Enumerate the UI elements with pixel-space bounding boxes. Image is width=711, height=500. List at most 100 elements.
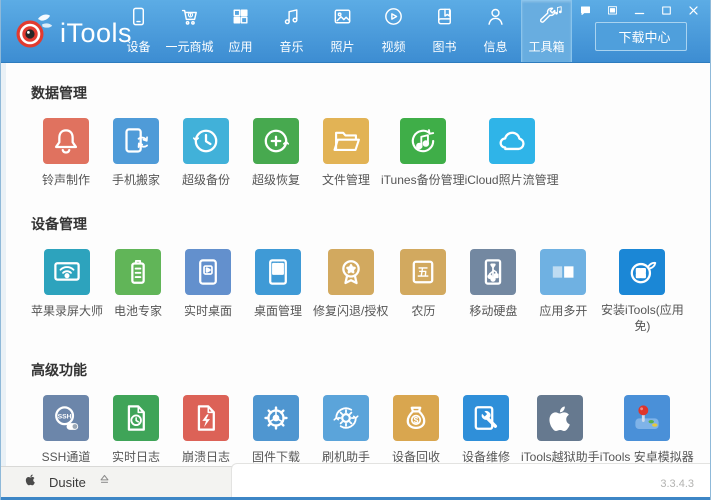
tool-device-repair[interactable]: 设备维修 — [451, 395, 521, 465]
main-nav: 设备 一元商城 应用 音乐 照片 视频 图书 信息 工具箱 — [113, 0, 572, 62]
eject-icon[interactable] — [97, 472, 112, 492]
tool-jailbreak[interactable]: iTools越狱助手 — [521, 395, 600, 465]
status-bar-background: Dusite 3.3.4.3 — [1, 466, 710, 497]
tool-crash-log[interactable]: 崩溃日志 — [171, 395, 241, 465]
tool-super-restore[interactable]: 超级恢复 — [241, 118, 311, 188]
close-icon[interactable] — [687, 4, 700, 17]
tool-desktop-manage[interactable]: 桌面管理 — [243, 249, 313, 319]
usb-disk-icon — [470, 249, 516, 295]
status-bar: Dusite 3.3.4.3 — [1, 467, 710, 500]
tool-android-emulator[interactable]: iTools 安卓模拟器 — [600, 395, 694, 465]
info-icon — [484, 5, 507, 33]
itools-logo-icon — [13, 10, 53, 57]
tab-photo[interactable]: 照片 — [317, 0, 368, 62]
super-backup-icon — [183, 118, 229, 164]
tool-usb-disk[interactable]: 移动硬盘 — [458, 249, 528, 319]
tab-device[interactable]: 设备 — [113, 0, 164, 62]
svg-text:SSH: SSH — [58, 414, 72, 421]
ssh-icon: SSH — [43, 395, 89, 441]
device-selector[interactable]: Dusite — [1, 467, 112, 497]
tool-multi-app[interactable]: 应用多开 — [528, 249, 598, 319]
tab-video[interactable]: 视频 — [368, 0, 419, 62]
battery-icon — [115, 249, 161, 295]
tab-info[interactable]: 信息 — [470, 0, 521, 62]
fix-crash-icon — [328, 249, 374, 295]
version-label: 3.3.4.3 — [660, 478, 694, 490]
device-recycle-icon: $ — [393, 395, 439, 441]
tool-section: 设备管理 苹果录屏大师 电池专家 实时桌面 桌面管理 修复闪退/授权 五 农历 … — [31, 214, 710, 334]
android-emulator-icon — [624, 395, 670, 441]
apps-icon — [229, 5, 252, 33]
tool-icloud-photo[interactable]: iCloud照片流管理 — [465, 118, 559, 188]
itools-window: iTools 设备 一元商城 应用 音乐 照片 视频 图书 信息 工具箱 — [0, 0, 711, 500]
photo-icon — [331, 5, 354, 33]
skin-icon[interactable] — [606, 4, 619, 17]
section-title: 高级功能 — [31, 360, 710, 380]
tool-file-manager[interactable]: 文件管理 — [311, 118, 381, 188]
section-title: 数据管理 — [31, 83, 710, 103]
firmware-icon — [253, 395, 299, 441]
jailbreak-icon — [537, 395, 583, 441]
toolbox-content: 数据管理 铃声制作 手机搬家 超级备份 超级恢复 文件管理 iTunes备份管理… — [1, 63, 710, 467]
books-icon — [433, 5, 456, 33]
tool-super-backup[interactable]: 超级备份 — [171, 118, 241, 188]
install-itools-icon — [619, 249, 665, 295]
music-mini-icon[interactable] — [552, 4, 565, 17]
apple-icon — [23, 472, 38, 492]
tool-grid: SSH SSH通道 实时日志 崩溃日志 固件下载 刷机助手 $ 设备回收 设备维… — [31, 395, 710, 465]
video-icon — [382, 5, 405, 33]
tool-lunar-calendar[interactable]: 五 农历 — [388, 249, 458, 319]
tool-live-log[interactable]: 实时日志 — [101, 395, 171, 465]
screen-record-icon — [44, 249, 90, 295]
tool-screen-record[interactable]: 苹果录屏大师 — [31, 249, 103, 319]
tool-ringtone[interactable]: 铃声制作 — [31, 118, 101, 188]
header: iTools 设备 一元商城 应用 音乐 照片 视频 图书 信息 工具箱 — [1, 0, 710, 63]
tool-grid: 苹果录屏大师 电池专家 实时桌面 桌面管理 修复闪退/授权 五 农历 移动硬盘 … — [31, 249, 710, 334]
multi-app-icon — [540, 249, 586, 295]
itunes-backup-icon — [400, 118, 446, 164]
live-log-icon — [113, 395, 159, 441]
tool-firmware[interactable]: 固件下载 — [241, 395, 311, 465]
minimize-icon[interactable] — [633, 4, 646, 17]
titlebar-controls — [552, 4, 700, 17]
tool-grid: 铃声制作 手机搬家 超级备份 超级恢复 文件管理 iTunes备份管理 iClo… — [31, 118, 710, 188]
status-panel: 3.3.4.3 — [231, 463, 710, 497]
file-manager-icon — [323, 118, 369, 164]
lunar-calendar-icon: 五 — [400, 249, 446, 295]
tab-apps[interactable]: 应用 — [215, 0, 266, 62]
tool-section: 数据管理 铃声制作 手机搬家 超级备份 超级恢复 文件管理 iTunes备份管理… — [31, 83, 710, 188]
tool-flash-helper[interactable]: 刷机助手 — [311, 395, 381, 465]
device-repair-icon — [463, 395, 509, 441]
crash-log-icon — [183, 395, 229, 441]
tool-phone-transfer[interactable]: 手机搬家 — [101, 118, 171, 188]
svg-text:五: 五 — [418, 266, 429, 279]
download-center-button[interactable]: 下载中心 — [595, 22, 687, 51]
tool-section: 高级功能 SSH SSH通道 实时日志 崩溃日志 固件下载 刷机助手 $ 设备回… — [31, 360, 710, 465]
super-restore-icon — [253, 118, 299, 164]
tool-fix-crash[interactable]: 修复闪退/授权 — [313, 249, 388, 319]
store-icon — [178, 5, 201, 33]
tool-install-itools[interactable]: 安装iTools(应用免) — [598, 249, 686, 334]
maximize-icon[interactable] — [660, 4, 673, 17]
tool-live-desktop[interactable]: 实时桌面 — [173, 249, 243, 319]
phone-transfer-icon — [113, 118, 159, 164]
live-desktop-icon — [185, 249, 231, 295]
icloud-photo-icon — [489, 118, 535, 164]
svg-text:$: $ — [414, 415, 419, 425]
desktop-manage-icon — [255, 249, 301, 295]
device-name: Dusite — [49, 475, 86, 490]
feedback-icon[interactable] — [579, 4, 592, 17]
music-icon — [280, 5, 303, 33]
tool-battery[interactable]: 电池专家 — [103, 249, 173, 319]
section-title: 设备管理 — [31, 214, 710, 234]
tab-books[interactable]: 图书 — [419, 0, 470, 62]
flash-helper-icon — [323, 395, 369, 441]
tool-device-recycle[interactable]: $ 设备回收 — [381, 395, 451, 465]
tool-itunes-backup[interactable]: iTunes备份管理 — [381, 118, 465, 188]
tool-ssh[interactable]: SSH SSH通道 — [31, 395, 101, 465]
ringtone-icon — [43, 118, 89, 164]
device-icon — [127, 5, 150, 33]
tab-music[interactable]: 音乐 — [266, 0, 317, 62]
download-center-label: 下载中心 — [618, 27, 670, 46]
tab-store[interactable]: 一元商城 — [164, 0, 215, 62]
